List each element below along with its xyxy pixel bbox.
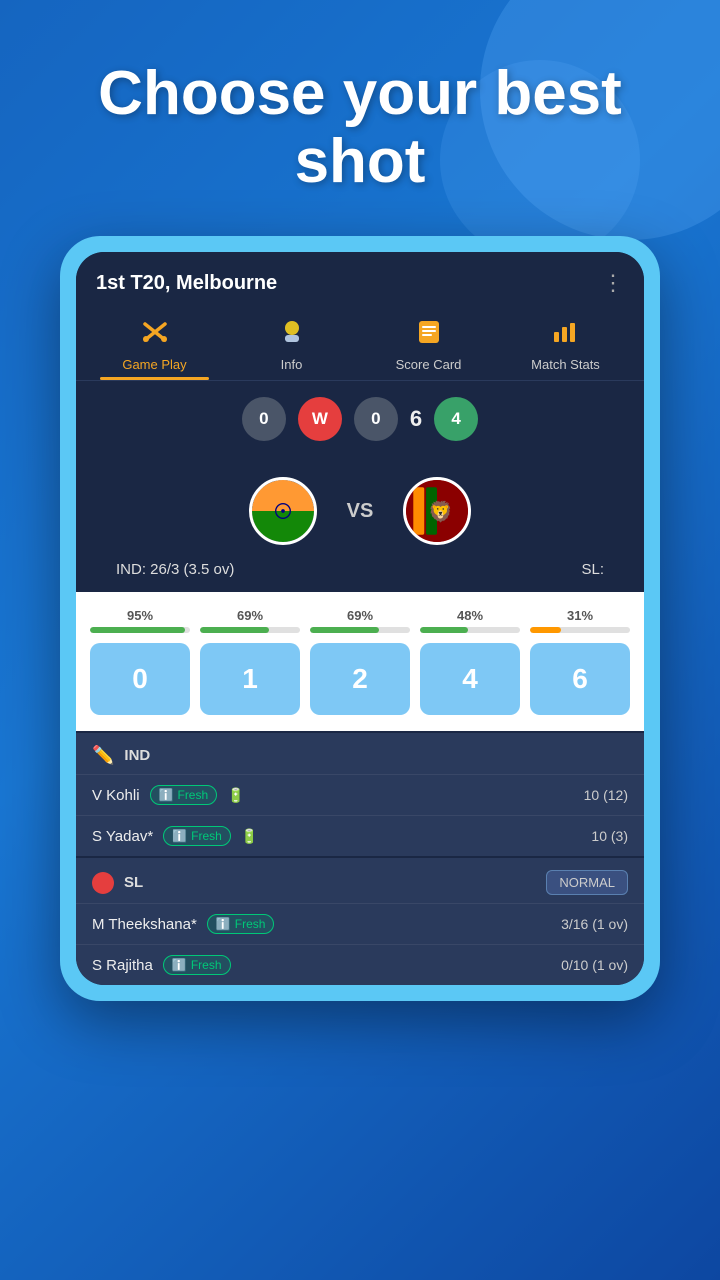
batsman-2-battery: 🔋 bbox=[241, 828, 258, 845]
bowler-2-status: ℹ️ Fresh bbox=[163, 955, 231, 975]
tab-scorecard[interactable]: Score Card bbox=[360, 308, 497, 380]
bowler-1-status: ℹ️ Fresh bbox=[207, 914, 275, 934]
pct-2: 69% bbox=[347, 608, 373, 623]
team2-score: SL: bbox=[581, 561, 604, 578]
bar-fill-6 bbox=[530, 627, 561, 633]
pct-0: 95% bbox=[127, 608, 153, 623]
pct-1: 69% bbox=[237, 608, 263, 623]
pct-4: 48% bbox=[457, 608, 483, 623]
ball-4: 4 bbox=[434, 397, 478, 441]
hero-title: Choose your best shot bbox=[0, 0, 720, 236]
bowler-1-left: M Theekshana* ℹ️ Fresh bbox=[92, 914, 274, 934]
ball-6: 6 bbox=[410, 406, 422, 432]
shot-col-1: 69% bbox=[200, 608, 300, 633]
shot-col-0: 95% bbox=[90, 608, 190, 633]
batsman-1-score: 10 (12) bbox=[584, 787, 628, 803]
batsman-1-row: V Kohli ℹ️ Fresh 🔋 10 (12) bbox=[76, 774, 644, 815]
match-title: 1st T20, Melbourne bbox=[96, 272, 277, 295]
batsman-2-row: S Yadav* ℹ️ Fresh 🔋 10 (3) bbox=[76, 815, 644, 856]
shot-percentages: 95% 69% 69% bbox=[90, 608, 630, 633]
nav-tabs: Game Play Info bbox=[76, 308, 644, 381]
bowler-2-name: S Rajitha bbox=[92, 957, 153, 974]
info-circle-icon-4: ℹ️ bbox=[172, 958, 187, 972]
bar-fill-4 bbox=[420, 627, 468, 633]
team1-flag bbox=[249, 477, 317, 545]
bowler-1-score: 3/16 (1 ov) bbox=[561, 916, 628, 932]
bowling-team-label: SL bbox=[124, 874, 143, 891]
shot-button-2[interactable]: 2 bbox=[310, 643, 410, 715]
ball-wicket: W bbox=[298, 397, 342, 441]
bowling-header-left: SL bbox=[92, 872, 143, 894]
bar-bg-2 bbox=[310, 627, 410, 633]
tab-matchstats[interactable]: Match Stats bbox=[497, 308, 634, 380]
vs-text: VS bbox=[347, 500, 374, 523]
tab-gameplay[interactable]: Game Play bbox=[86, 308, 223, 380]
bowler-2-row: S Rajitha ℹ️ Fresh 0/10 (1 ov) bbox=[76, 944, 644, 985]
tab-scorecard-label: Score Card bbox=[396, 357, 462, 372]
shot-col-2: 69% bbox=[310, 608, 410, 633]
svg-text:🦁: 🦁 bbox=[429, 500, 454, 524]
bar-bg-0 bbox=[90, 627, 190, 633]
more-options-icon[interactable]: ⋮ bbox=[602, 270, 624, 296]
batting-team-label: IND bbox=[124, 747, 150, 764]
shot-button-4[interactable]: 4 bbox=[420, 643, 520, 715]
ball-0-second: 0 bbox=[354, 397, 398, 441]
batsman-2-left: S Yadav* ℹ️ Fresh 🔋 bbox=[92, 826, 258, 846]
batsman-1-name: V Kohli bbox=[92, 787, 140, 804]
batsman-2-status: ℹ️ Fresh bbox=[163, 826, 231, 846]
pct-6: 31% bbox=[567, 608, 593, 623]
ball-0-first: 0 bbox=[242, 397, 286, 441]
info-circle-icon-2: ℹ️ bbox=[172, 829, 187, 843]
gameplay-icon bbox=[139, 318, 171, 353]
bar-fill-1 bbox=[200, 627, 269, 633]
batting-section: ✏️ IND V Kohli ℹ️ Fresh 🔋 10 (12) S Yada… bbox=[76, 733, 644, 856]
matchstats-icon bbox=[550, 318, 582, 353]
info-circle-icon: ℹ️ bbox=[159, 788, 174, 802]
bowler-1-row: M Theekshana* ℹ️ Fresh 3/16 (1 ov) bbox=[76, 903, 644, 944]
batting-icon: ✏️ bbox=[92, 745, 114, 766]
sl-dot bbox=[92, 872, 114, 894]
shot-button-6[interactable]: 6 bbox=[530, 643, 630, 715]
tab-matchstats-label: Match Stats bbox=[531, 357, 600, 372]
shot-button-1[interactable]: 1 bbox=[200, 643, 300, 715]
phone-screen: 1st T20, Melbourne ⋮ Game Play bbox=[76, 252, 644, 985]
tab-info-label: Info bbox=[281, 357, 303, 372]
team1-score: IND: 26/3 (3.5 ov) bbox=[116, 561, 234, 578]
shot-button-0[interactable]: 0 bbox=[90, 643, 190, 715]
batsman-1-left: V Kohli ℹ️ Fresh 🔋 bbox=[92, 785, 245, 805]
batsman-1-status: ℹ️ Fresh bbox=[150, 785, 218, 805]
bowler-1-name: M Theekshana* bbox=[92, 916, 197, 933]
bowler-2-left: S Rajitha ℹ️ Fresh bbox=[92, 955, 231, 975]
batsman-2-score: 10 (3) bbox=[591, 828, 628, 844]
shot-selector: 95% 69% 69% bbox=[76, 592, 644, 731]
bar-fill-0 bbox=[90, 627, 185, 633]
scorecard-icon bbox=[413, 318, 445, 353]
batsman-2-name: S Yadav* bbox=[92, 828, 153, 845]
shot-col-4: 48% bbox=[420, 608, 520, 633]
tab-gameplay-label: Game Play bbox=[122, 357, 186, 372]
info-icon bbox=[276, 318, 308, 353]
tab-info[interactable]: Info bbox=[223, 308, 360, 380]
bar-fill-2 bbox=[310, 627, 379, 633]
phone-mockup: 1st T20, Melbourne ⋮ Game Play bbox=[60, 236, 660, 1001]
batsman-1-battery: 🔋 bbox=[227, 787, 244, 804]
screen-header: 1st T20, Melbourne ⋮ bbox=[76, 252, 644, 308]
bar-bg-4 bbox=[420, 627, 520, 633]
bowling-header: SL NORMAL bbox=[76, 858, 644, 903]
scores-row: IND: 26/3 (3.5 ov) SL: bbox=[76, 555, 644, 592]
batting-header: ✏️ IND bbox=[76, 733, 644, 774]
shot-buttons: 0 1 2 4 6 bbox=[90, 643, 630, 715]
ball-row: 0 W 0 6 4 bbox=[76, 381, 644, 457]
normal-badge: NORMAL bbox=[546, 870, 628, 895]
team2-flag: 🦁 bbox=[403, 477, 471, 545]
bowling-section: SL NORMAL M Theekshana* ℹ️ Fresh 3/16 (1… bbox=[76, 858, 644, 985]
bar-bg-1 bbox=[200, 627, 300, 633]
info-circle-icon-3: ℹ️ bbox=[216, 917, 231, 931]
bar-bg-6 bbox=[530, 627, 630, 633]
shot-col-6: 31% bbox=[530, 608, 630, 633]
match-vs: VS 🦁 bbox=[76, 457, 644, 555]
bowler-2-score: 0/10 (1 ov) bbox=[561, 957, 628, 973]
